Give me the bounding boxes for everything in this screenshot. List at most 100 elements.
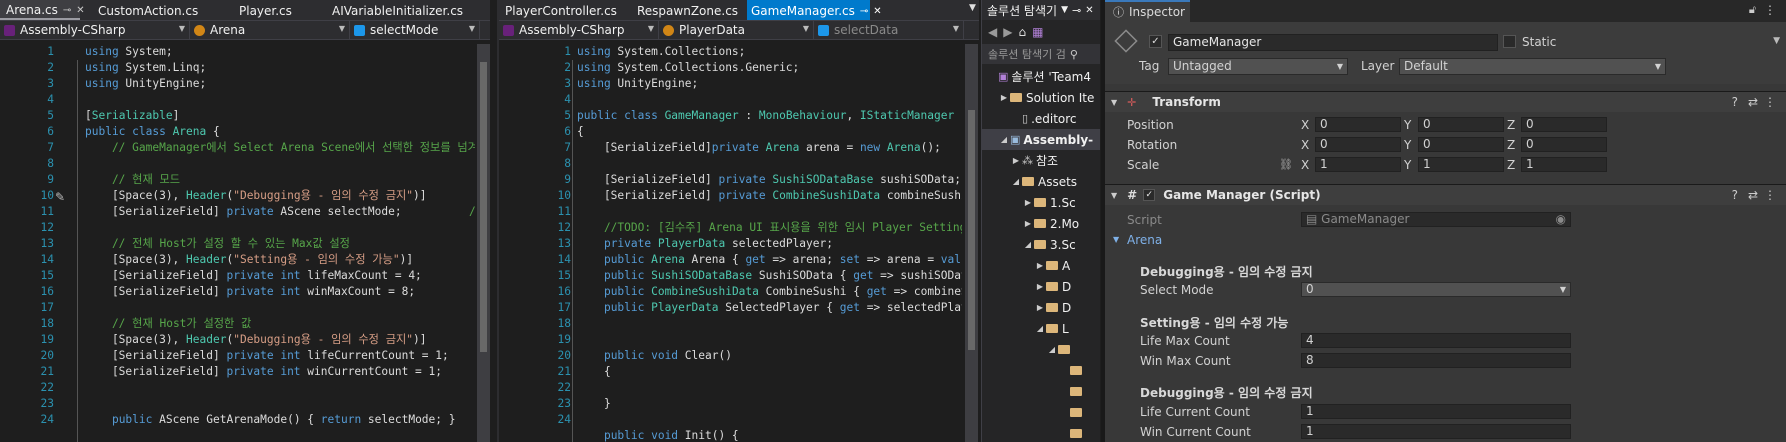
tag-dropdown[interactable]: Untagged ▼ xyxy=(1168,58,1348,75)
code-line[interactable]: [SerializeField] private int winCurrentC… xyxy=(85,364,475,380)
code-line[interactable]: private PlayerData selectedPlayer; xyxy=(577,236,962,252)
project-dropdown[interactable]: Assembly-CSharp ▼ xyxy=(499,21,659,39)
project-dropdown[interactable]: Assembly-CSharp ▼ xyxy=(0,21,190,39)
code-line[interactable] xyxy=(85,92,475,108)
close-icon[interactable]: ✕ xyxy=(1085,5,1093,16)
code-line[interactable]: using UnityEngine; xyxy=(577,76,962,92)
axis-label-z[interactable]: Z xyxy=(1507,158,1515,172)
code-line[interactable] xyxy=(577,332,962,348)
transform-z-field[interactable]: 0 xyxy=(1521,117,1607,132)
transform-x-field[interactable]: 0 xyxy=(1315,117,1401,132)
tab-inspector[interactable]: ⓘ Inspector xyxy=(1105,0,1190,22)
layer-dropdown[interactable]: Default ▼ xyxy=(1399,58,1666,75)
expanded-arrow-icon[interactable]: ◢ xyxy=(1034,324,1046,333)
left-code-area[interactable]: using System; using System.Linq; using Uni… xyxy=(85,44,475,442)
help-icon[interactable]: ? xyxy=(1732,188,1738,202)
code-line[interactable]: public Arena Arena { get => arena; set =… xyxy=(577,252,962,268)
code-line[interactable]: public SushiSODataBase SushiSOData { get… xyxy=(577,268,962,284)
code-line[interactable]: [Space(3), Header("Setting용 - 임의 수정 가능")… xyxy=(85,252,475,268)
code-line[interactable] xyxy=(577,380,962,396)
constrain-proportions-icon[interactable]: ⛓ xyxy=(1279,158,1293,171)
class-dropdown[interactable]: PlayerData ▼ xyxy=(659,21,814,39)
collapsed-arrow-icon[interactable]: ▶ xyxy=(1034,303,1046,312)
transform-x-field[interactable]: 0 xyxy=(1315,137,1401,152)
code-line[interactable]: using System.Collections; xyxy=(577,44,962,60)
left-vertical-scrollbar[interactable] xyxy=(477,44,490,442)
axis-label-x[interactable]: X xyxy=(1301,138,1309,152)
pin-icon[interactable]: ⊸ xyxy=(860,6,868,17)
code-line[interactable]: using UnityEngine; xyxy=(85,76,475,92)
win-max-field[interactable]: 8 xyxy=(1301,353,1571,368)
code-line[interactable] xyxy=(85,156,475,172)
component-menu-icon[interactable]: ⋮ xyxy=(1764,95,1776,109)
axis-label-x[interactable]: X xyxy=(1301,118,1309,132)
code-line[interactable] xyxy=(85,380,475,396)
transform-y-field[interactable]: 0 xyxy=(1418,137,1504,152)
pin-icon[interactable]: ⊸ xyxy=(63,5,71,16)
tree-item[interactable]: ▶ Solution Ite xyxy=(982,87,1100,108)
close-icon[interactable]: ✕ xyxy=(873,6,881,17)
life-current-field[interactable]: 1 xyxy=(1301,404,1571,419)
select-mode-dropdown[interactable]: 0 ▼ xyxy=(1301,282,1571,297)
component-menu-icon[interactable]: ⋮ xyxy=(1764,188,1776,202)
tree-item[interactable] xyxy=(982,381,1100,402)
tab-playercontroller-cs[interactable]: PlayerController.cs xyxy=(499,0,629,20)
code-line[interactable] xyxy=(577,316,962,332)
more-options-icon[interactable]: ⋮ xyxy=(1764,3,1776,17)
tab-arena-cs[interactable]: Arena.cs ⊸ ✕ xyxy=(0,0,85,20)
tree-item[interactable]: ▶ D xyxy=(982,276,1100,297)
code-line[interactable]: [SerializeField] private CombineSushiDat… xyxy=(577,188,962,204)
scroll-thumb[interactable] xyxy=(968,110,975,350)
collapsed-arrow-icon[interactable]: ▶ xyxy=(998,93,1010,102)
tab-dropdown-icon[interactable]: ▼ xyxy=(969,3,976,13)
code-line[interactable] xyxy=(577,412,962,428)
code-line[interactable]: public void Clear() xyxy=(577,348,962,364)
transform-z-field[interactable]: 0 xyxy=(1521,137,1607,152)
code-line[interactable]: [SerializeField] private int winMaxCount… xyxy=(85,284,475,300)
code-line[interactable]: } xyxy=(577,396,962,412)
code-line[interactable] xyxy=(577,204,962,220)
code-line[interactable] xyxy=(577,156,962,172)
tree-item[interactable]: ◢ Assets xyxy=(982,171,1100,192)
code-line[interactable] xyxy=(85,396,475,412)
code-line[interactable]: //TODO: [김수주] Arena UI 표시용을 위한 임시 Player… xyxy=(577,220,962,236)
collapsed-arrow-icon[interactable]: ▶ xyxy=(1034,261,1046,270)
tree-item[interactable] xyxy=(982,360,1100,381)
tree-item[interactable] xyxy=(982,402,1100,423)
tree-item[interactable]: ▶ ⁂ 참조 xyxy=(982,150,1100,171)
preset-icon[interactable]: ⇄ xyxy=(1748,188,1758,202)
code-line[interactable]: // 현재 Host가 설정한 값 xyxy=(85,316,475,332)
collapsed-arrow-icon[interactable]: ▶ xyxy=(1010,156,1022,165)
expanded-arrow-icon[interactable]: ◢ xyxy=(998,135,1010,144)
breakpoint-hint-icon[interactable]: ✎ xyxy=(55,190,65,204)
solution-search[interactable]: 솔루션 탐색기 검 ⚲ xyxy=(982,44,1100,64)
code-line[interactable]: public class Arena { xyxy=(85,124,475,140)
foldout-arrow-icon[interactable]: ▼ xyxy=(1111,191,1117,200)
tree-item[interactable]: ◢ 3.Sc xyxy=(982,234,1100,255)
win-current-field[interactable]: 1 xyxy=(1301,424,1571,439)
switch-view-icon[interactable]: ▦ xyxy=(1032,25,1043,39)
search-icon[interactable]: ⚲ xyxy=(1070,48,1078,61)
game-manager-script-header[interactable]: ▼ # ✓ Game Manager (Script) ? ⇄ ⋮ xyxy=(1105,184,1786,205)
tree-item[interactable] xyxy=(982,423,1100,442)
tree-item[interactable]: ▶ 1.Sc xyxy=(982,192,1100,213)
tab-respawnzone-cs[interactable]: RespawnZone.cs xyxy=(629,0,747,20)
code-line[interactable]: // 현재 모드 xyxy=(85,172,475,188)
axis-label-z[interactable]: Z xyxy=(1507,138,1515,152)
tree-item[interactable]: ▶ 2.Mo xyxy=(982,213,1100,234)
transform-y-field[interactable]: 1 xyxy=(1418,157,1504,172)
active-checkbox[interactable]: ✓ xyxy=(1149,35,1162,48)
code-line[interactable]: public AScene GetArenaMode() { return se… xyxy=(85,412,475,428)
lock-icon[interactable]: 🔓︎ xyxy=(1749,3,1756,17)
panel-menu-icon[interactable]: ▼ xyxy=(1061,5,1068,15)
home-icon[interactable]: ⌂ xyxy=(1018,25,1026,39)
static-checkbox[interactable] xyxy=(1503,35,1516,48)
expanded-arrow-icon[interactable]: ◢ xyxy=(1022,240,1034,249)
tree-item[interactable]: ▯ .editorc xyxy=(982,108,1100,129)
tab-customaction-cs[interactable]: CustomAction.cs xyxy=(80,0,215,20)
life-max-field[interactable]: 4 xyxy=(1301,333,1571,348)
code-line[interactable]: public void Init() { xyxy=(577,428,962,442)
code-line[interactable]: // 전체 Host가 설정 할 수 있는 Max값 설정 xyxy=(85,236,475,252)
code-line[interactable]: { xyxy=(577,364,962,380)
code-line[interactable]: using System.Collections.Generic; xyxy=(577,60,962,76)
